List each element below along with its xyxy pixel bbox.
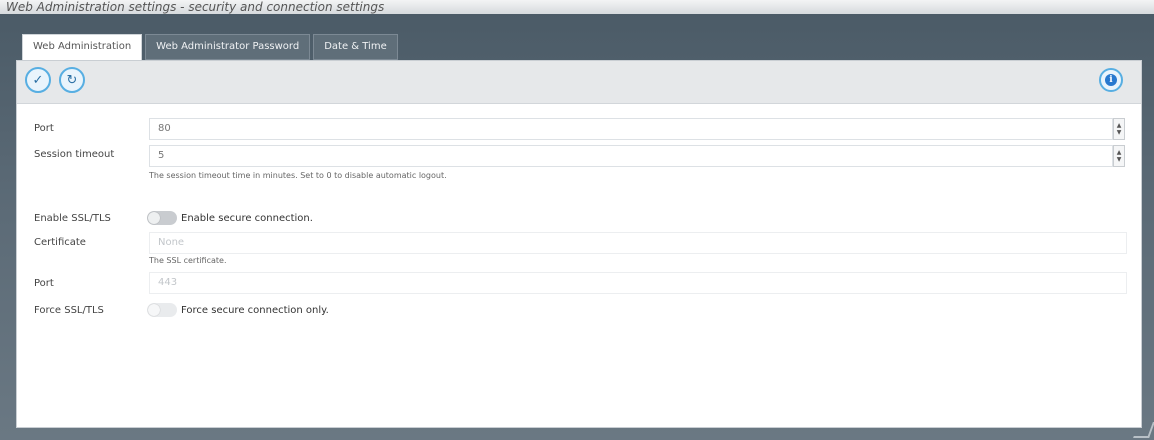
chevron-up-icon: ▲ [1116,122,1122,129]
session-timeout-stepper[interactable]: ▲ ▼ [1113,145,1125,167]
ssl-port-input[interactable]: 443 [149,272,1127,294]
check-icon: ✓ [32,72,44,88]
toggle-knob [148,304,160,316]
toggle-knob [148,212,160,224]
ssl-port-label: Port [34,278,54,289]
top-caption: Web Administration settings - security a… [0,0,1154,14]
certificate-select[interactable]: None [149,232,1127,254]
tab-date-time[interactable]: Date & Time [313,34,398,60]
refresh-icon: ↻ [66,72,78,88]
force-ssl-toggle-label: Force secure connection only. [181,305,329,316]
enable-ssl-toggle-label: Enable secure connection. [181,213,313,224]
info-button[interactable]: i [1099,68,1123,92]
certificate-help: The SSL certificate. [149,256,227,265]
tab-web-administrator-password[interactable]: Web Administrator Password [145,34,311,60]
settings-panel: ✓ ↻ i Port 80 ▲ ▼ Session timeout 5 ▲ ▼ … [16,60,1142,428]
tab-bar: Web Administration Web Administrator Pas… [22,34,401,60]
enable-ssl-toggle[interactable] [147,211,177,225]
port-input[interactable]: 80 [149,118,1113,140]
refresh-button[interactable]: ↻ [59,67,85,93]
port-stepper[interactable]: ▲ ▼ [1113,118,1125,140]
enable-ssl-label: Enable SSL/TLS [34,213,111,224]
certificate-label: Certificate [34,237,86,248]
toolbar: ✓ ↻ i [17,61,1141,104]
session-timeout-label: Session timeout [34,149,115,160]
info-icon: i [1105,74,1117,86]
save-button[interactable]: ✓ [25,67,51,93]
window-frame: Web Administration settings - security a… [0,0,1154,440]
tab-web-administration[interactable]: Web Administration [22,34,143,60]
chevron-up-icon: ▲ [1116,149,1122,156]
port-label: Port [34,123,54,134]
force-ssl-label: Force SSL/TLS [34,305,104,316]
chevron-down-icon: ▼ [1116,156,1122,163]
chevron-down-icon: ▼ [1116,129,1122,136]
force-ssl-toggle[interactable] [147,303,177,317]
session-timeout-help: The session timeout time in minutes. Set… [149,171,447,180]
session-timeout-input[interactable]: 5 [149,145,1113,167]
